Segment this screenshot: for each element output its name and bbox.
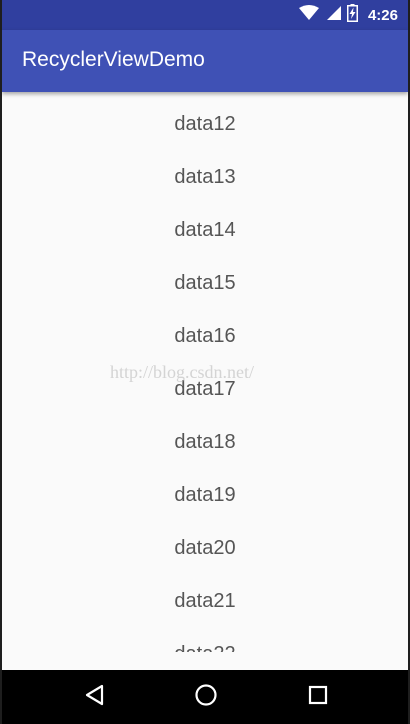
back-icon (84, 684, 104, 711)
status-icons: 4:26 (298, 3, 398, 27)
status-time: 4:26 (367, 6, 398, 24)
recycler-list[interactable]: data12 data13 data14 data15 data16 data1… (2, 92, 408, 652)
list-item[interactable]: data19 (2, 469, 408, 522)
recents-icon (308, 685, 328, 710)
list-item[interactable]: data20 (2, 522, 408, 575)
list-item[interactable]: data21 (2, 575, 408, 628)
list-item[interactable]: data18 (2, 416, 408, 469)
list-item[interactable]: data17 (2, 363, 408, 416)
app-bar: RecyclerViewDemo (2, 30, 408, 92)
list-item[interactable]: data14 (2, 204, 408, 257)
app-title: RecyclerViewDemo (22, 48, 205, 71)
recents-button[interactable] (301, 680, 335, 714)
status-bar: 4:26 (2, 0, 408, 30)
back-button[interactable] (77, 680, 111, 714)
battery-charging-icon (346, 3, 358, 27)
list-item[interactable]: data22 (2, 628, 408, 652)
navigation-bar (2, 670, 408, 724)
home-icon (194, 683, 218, 712)
list-item[interactable]: data16 (2, 310, 408, 363)
home-button[interactable] (189, 680, 223, 714)
phone-screen: 4:26 RecyclerViewDemo data12 data13 data… (0, 0, 410, 724)
list-item[interactable]: data15 (2, 257, 408, 310)
wifi-icon (298, 4, 319, 26)
list-item[interactable]: data13 (2, 151, 408, 204)
cellular-signal-icon (325, 5, 341, 26)
list-item[interactable]: data12 (2, 98, 408, 151)
